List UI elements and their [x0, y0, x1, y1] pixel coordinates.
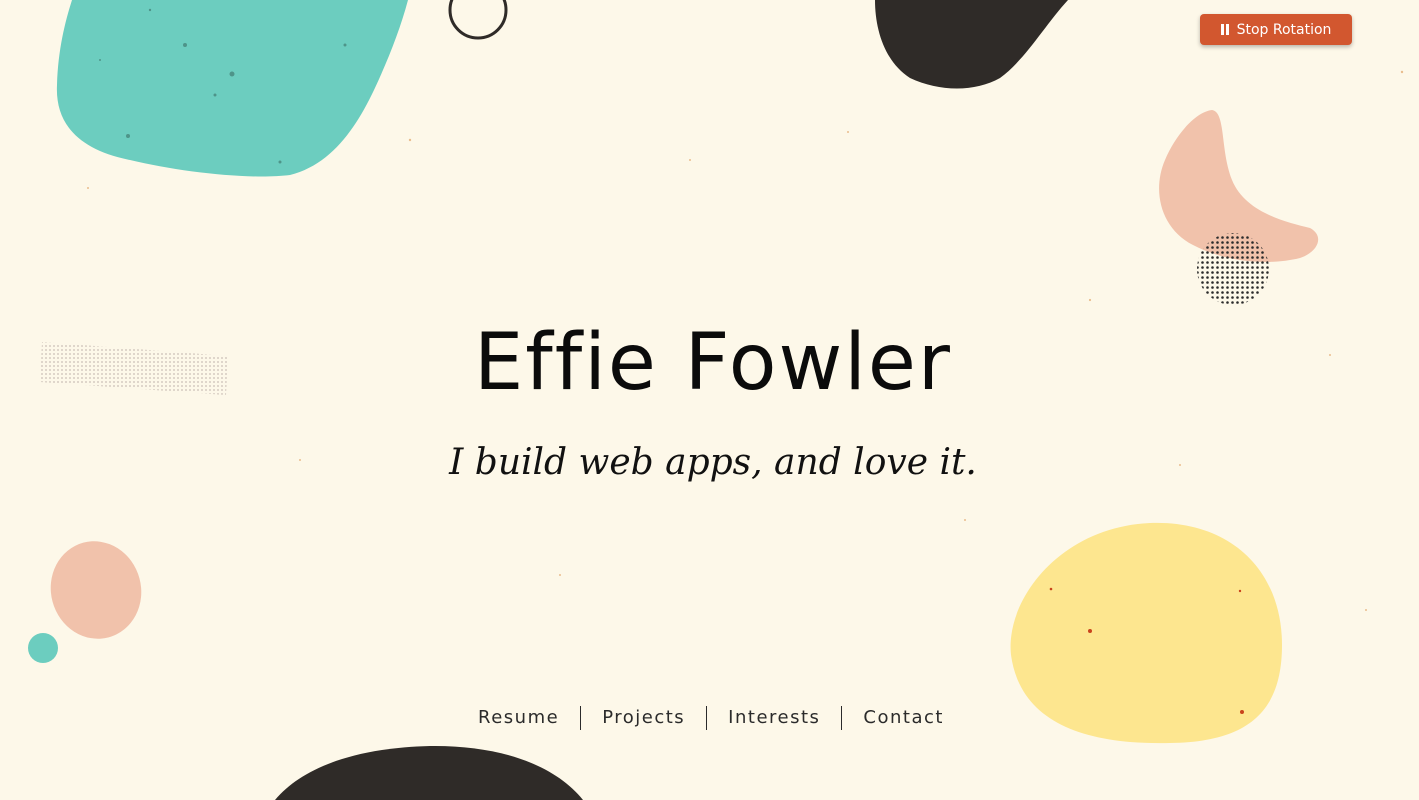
pause-icon — [1220, 24, 1229, 35]
nav-link-projects[interactable]: Projects — [581, 706, 706, 730]
charcoal-blob-bottom-shape — [275, 745, 583, 800]
nav-link-resume[interactable]: Resume — [457, 706, 580, 730]
main-nav: Resume Projects Interests Contact — [0, 706, 1419, 730]
halftone-dot-circle-shape — [1197, 233, 1269, 305]
outline-circle-shape — [448, 0, 508, 40]
tagline: I build web apps, and love it. — [449, 442, 977, 483]
nav-link-interests[interactable]: Interests — [707, 706, 841, 730]
stop-rotation-label: Stop Rotation — [1236, 21, 1332, 38]
teal-blob-shape — [56, 0, 408, 177]
stop-rotation-button[interactable]: Stop Rotation — [1200, 14, 1352, 45]
peach-oval-shape — [50, 541, 142, 639]
nav-link-contact[interactable]: Contact — [842, 706, 965, 730]
charcoal-blob-top-shape — [875, 0, 1068, 89]
page-title: Effie Fowler — [474, 318, 952, 408]
small-teal-dot-shape — [28, 633, 58, 663]
